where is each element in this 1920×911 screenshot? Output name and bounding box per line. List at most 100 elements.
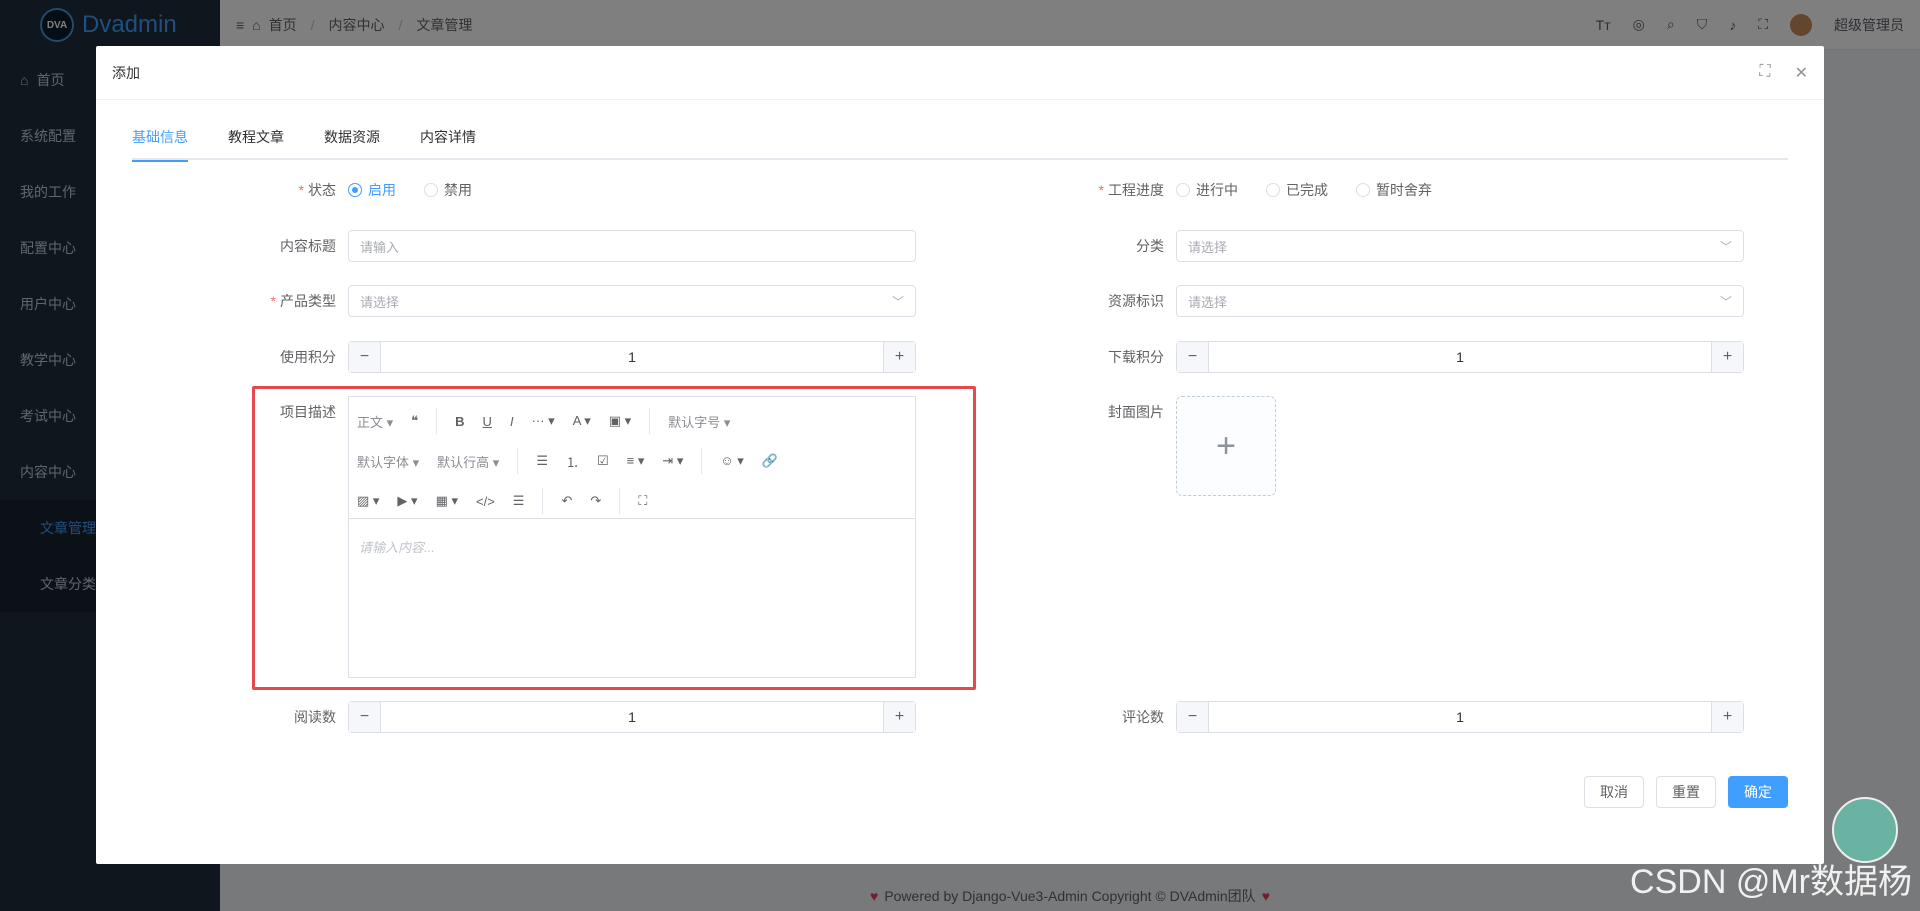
align-icon[interactable]: ≡ ▾: [627, 453, 645, 469]
use-points-stepper: − 1 +: [348, 341, 916, 373]
form-item-resource-id: 资源标识 请选择 ﹀: [1032, 285, 1744, 317]
dialog-header: 添加 ⛶ ✕: [96, 46, 1824, 100]
use-points-value[interactable]: 1: [381, 349, 883, 365]
toolbar-divider: [542, 488, 544, 514]
form-item-status: * 状态 启用 禁用: [204, 180, 500, 200]
emoji-icon[interactable]: ☺ ▾: [720, 453, 743, 469]
form-item-description: 项目描述: [204, 402, 348, 422]
increase-button[interactable]: +: [883, 702, 915, 732]
editor-content[interactable]: 请输入内容...: [349, 519, 915, 574]
table-icon[interactable]: ▦ ▾: [436, 493, 458, 509]
form-item-title: 内容标题 请输入: [204, 230, 916, 262]
fullscreen-icon[interactable]: ⛶: [638, 493, 647, 509]
confirm-button[interactable]: 确定: [1728, 776, 1788, 808]
more-icon[interactable]: ··· ▾: [532, 413, 555, 429]
paragraph-select[interactable]: 正文 ▾: [357, 412, 393, 431]
reset-button[interactable]: 重置: [1656, 776, 1716, 808]
tab-data-resource[interactable]: 数据资源: [324, 126, 380, 160]
form-item-download-points: 下载积分 − 1 +: [1032, 341, 1744, 373]
progress-radio-in-progress[interactable]: 进行中: [1176, 180, 1238, 200]
cancel-button[interactable]: 取消: [1584, 776, 1644, 808]
resource-id-label: 资源标识: [1108, 293, 1164, 309]
video-icon[interactable]: ▶ ▾: [397, 493, 417, 509]
radio-dot: [348, 183, 362, 197]
radio-dot: [1176, 183, 1190, 197]
decrease-button[interactable]: −: [349, 342, 381, 372]
progress-label: * 工程进度: [1098, 182, 1164, 198]
product-type-label: * 产品类型: [270, 293, 336, 309]
toolbar-divider: [436, 408, 438, 434]
title-label: 内容标题: [280, 238, 336, 254]
bg-color-icon[interactable]: ▣ ▾: [609, 413, 631, 429]
increase-button[interactable]: +: [883, 342, 915, 372]
close-icon[interactable]: ✕: [1795, 63, 1808, 83]
dialog-tabs: 基础信息 教程文章 数据资源 内容详情: [132, 126, 1788, 162]
numbered-list-icon[interactable]: ⒈: [566, 452, 579, 471]
product-type-select[interactable]: 请选择 ﹀: [348, 285, 916, 317]
dialog-title: 添加: [112, 64, 140, 81]
italic-icon[interactable]: I: [510, 414, 514, 429]
form-item-comments: 评论数 − 1 +: [1032, 701, 1744, 733]
chevron-down-icon: ﹀: [1719, 294, 1732, 309]
font-color-icon[interactable]: A ▾: [573, 413, 591, 429]
description-label: 项目描述: [280, 404, 336, 420]
indent-icon[interactable]: ⇥ ▾: [662, 453, 683, 469]
use-points-label: 使用积分: [280, 349, 336, 365]
dialog-footer: 取消 重置 确定: [1584, 776, 1788, 808]
rich-text-editor: 正文 ▾ ❝ B U I ··· ▾ A ▾ ▣ ▾ 默认字号 ▾ 默认字体 ▾…: [348, 396, 916, 678]
cover-label: 封面图片: [1108, 404, 1164, 420]
comments-label: 评论数: [1122, 709, 1164, 725]
decrease-button[interactable]: −: [349, 702, 381, 732]
tab-content-detail[interactable]: 内容详情: [420, 126, 476, 160]
decrease-button[interactable]: −: [1177, 702, 1209, 732]
toolbar-divider: [517, 448, 519, 474]
download-points-value[interactable]: 1: [1209, 349, 1711, 365]
form-item-product-type: * 产品类型 请选择 ﹀: [204, 285, 916, 317]
form-item-use-points: 使用积分 − 1 +: [204, 341, 916, 373]
progress-radio-done[interactable]: 已完成: [1266, 180, 1328, 200]
todo-icon[interactable]: ☑: [597, 453, 609, 469]
increase-button[interactable]: +: [1711, 342, 1743, 372]
image-icon[interactable]: ▨ ▾: [357, 493, 379, 509]
divider-icon[interactable]: ☰: [513, 493, 525, 509]
chevron-down-icon: ﹀: [1719, 239, 1732, 254]
download-points-label: 下载积分: [1108, 349, 1164, 365]
increase-button[interactable]: +: [1711, 702, 1743, 732]
resource-id-select[interactable]: 请选择 ﹀: [1176, 285, 1744, 317]
bold-icon[interactable]: B: [455, 414, 464, 429]
link-icon[interactable]: 🔗: [762, 453, 778, 469]
form-item-progress: * 工程进度 进行中 已完成 暂时舍弃: [1032, 180, 1460, 200]
category-select[interactable]: 请选择 ﹀: [1176, 230, 1744, 262]
toolbar-divider: [701, 448, 703, 474]
radio-dot: [1356, 183, 1370, 197]
redo-icon[interactable]: ↷: [590, 493, 601, 509]
fullscreen-icon[interactable]: ⛶: [1759, 63, 1770, 83]
radio-dot: [1266, 183, 1280, 197]
editor-toolbar: 正文 ▾ ❝ B U I ··· ▾ A ▾ ▣ ▾ 默认字号 ▾ 默认字体 ▾…: [349, 397, 915, 519]
status-radio-enabled[interactable]: 启用: [348, 180, 396, 200]
form-item-category: 分类 请选择 ﹀: [1032, 230, 1744, 262]
code-icon[interactable]: </>: [476, 494, 495, 509]
decrease-button[interactable]: −: [1177, 342, 1209, 372]
line-height-select[interactable]: 默认行高 ▾: [437, 452, 499, 471]
font-family-select[interactable]: 默认字体 ▾: [357, 452, 419, 471]
status-radio-disabled[interactable]: 禁用: [424, 180, 472, 200]
title-input[interactable]: 请输入: [348, 230, 916, 262]
font-size-select[interactable]: 默认字号 ▾: [668, 412, 730, 431]
reads-value[interactable]: 1: [381, 709, 883, 725]
reads-stepper: − 1 +: [348, 701, 916, 733]
cover-upload[interactable]: +: [1176, 396, 1276, 496]
quote-icon[interactable]: ❝: [411, 413, 418, 429]
toolbar-divider: [649, 408, 651, 434]
tab-tutorial-article[interactable]: 教程文章: [228, 126, 284, 160]
undo-icon[interactable]: ↶: [561, 493, 572, 509]
form-item-reads: 阅读数 − 1 +: [204, 701, 916, 733]
underline-icon[interactable]: U: [483, 414, 492, 429]
comments-value[interactable]: 1: [1209, 709, 1711, 725]
reads-label: 阅读数: [294, 709, 336, 725]
tab-basic-info[interactable]: 基础信息: [132, 126, 188, 162]
plus-icon: +: [1216, 426, 1236, 465]
progress-radio-abandoned[interactable]: 暂时舍弃: [1356, 180, 1432, 200]
bullet-list-icon[interactable]: ☰: [536, 453, 548, 469]
status-label: * 状态: [298, 182, 336, 198]
